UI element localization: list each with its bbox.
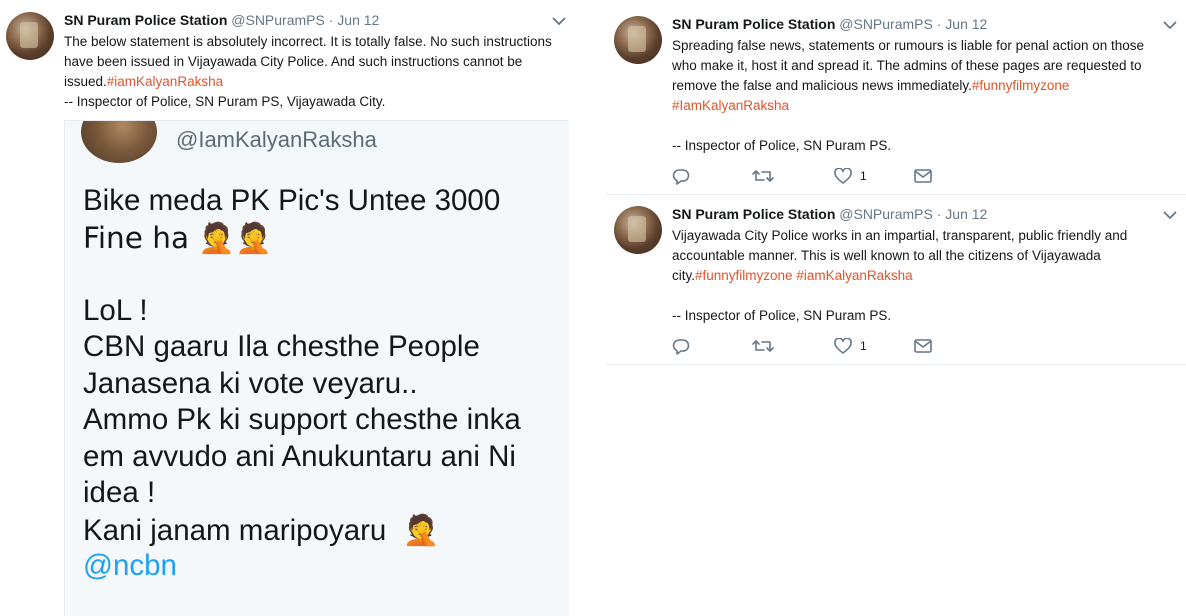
tweet-line: Spreading false news, statements or rumo… — [672, 38, 1145, 53]
quoted-line: CBN gaaru Ila chesthe People — [83, 330, 480, 363]
message-button[interactable] — [914, 166, 932, 186]
tweet-actions: 1 — [672, 166, 1172, 186]
quoted-avatar — [81, 121, 157, 163]
tweet-line: accountable manner. This is well known t… — [672, 248, 1101, 263]
hashtag-link[interactable]: #iamKalyanRaksha — [107, 74, 223, 89]
avatar[interactable] — [614, 16, 662, 64]
tweet-text: Vijayawada City Police works in an impar… — [672, 226, 1127, 326]
display-name[interactable]: SN Puram Police Station — [672, 206, 835, 222]
tweet-header: SN Puram Police Station @SNPuramPS · Jun… — [672, 16, 987, 32]
quoted-line: Kani janam maripoyaru — [83, 513, 387, 547]
avatar[interactable] — [614, 206, 662, 254]
envelope-icon — [914, 169, 932, 183]
quoted-image[interactable]: @IamKalyanRaksha Bike meda PK Pic's Unte… — [64, 120, 569, 616]
tweet-date[interactable]: Jun 12 — [945, 206, 987, 222]
tweet-signature: -- Inspector of Police, SN Puram PS. — [672, 308, 892, 323]
tweet-line: who make it, host it and spread it. The … — [672, 58, 1142, 73]
chevron-down-icon[interactable] — [1163, 211, 1181, 223]
like-button[interactable]: 1 — [834, 336, 867, 356]
tweet-divider — [606, 364, 1186, 365]
quoted-text: Bike meda PK Pic's Untee 3000 Fine ha 🤦🤦… — [83, 183, 521, 585]
display-name[interactable]: SN Puram Police Station — [672, 16, 835, 32]
quoted-line: Janasena ki vote veyaru.. — [83, 366, 418, 400]
retweet-button[interactable] — [752, 166, 774, 186]
user-handle[interactable]: @SNPuramPS — [839, 16, 933, 32]
user-handle[interactable]: @SNPuramPS — [231, 12, 325, 28]
tweet-header: SN Puram Police Station @SNPuramPS · Jun… — [672, 206, 987, 222]
tweet-text: Spreading false news, statements or rumo… — [672, 36, 1144, 156]
like-count: 1 — [860, 169, 867, 183]
message-button[interactable] — [914, 336, 932, 356]
hashtag-link[interactable]: #funnyfilmyzone — [695, 268, 793, 283]
tweet-header: SN Puram Police Station @SNPuramPS · Jun… — [64, 12, 379, 28]
quoted-line: LoL ! — [83, 293, 148, 327]
tweet-line: have been issued in Vijayawada City Poli… — [64, 54, 523, 69]
like-count: 1 — [860, 339, 867, 353]
tweet-actions: 1 — [672, 336, 1172, 356]
avatar[interactable] — [6, 12, 54, 60]
envelope-icon — [914, 339, 932, 353]
hashtag-link[interactable]: #IamKalyanRaksha — [672, 96, 1144, 116]
quoted-line: Fine ha 🤦🤦 — [83, 220, 272, 255]
retweet-icon — [752, 170, 774, 182]
hashtag-link[interactable]: #funnyfilmyzone — [972, 78, 1070, 93]
reply-button[interactable] — [672, 166, 690, 186]
heart-icon — [834, 168, 852, 184]
reply-icon — [672, 168, 690, 185]
tweet-signature: -- Inspector of Police, SN Puram PS, Vij… — [64, 94, 386, 109]
chevron-down-icon[interactable] — [552, 17, 570, 29]
chevron-down-icon[interactable] — [1163, 21, 1181, 33]
retweet-button[interactable] — [752, 336, 774, 356]
quoted-line: em avvudo ani Anukuntaru ani Ni — [83, 439, 516, 473]
quoted-mention: @ncbn — [83, 549, 177, 582]
separator-dot: · — [936, 16, 942, 32]
reply-button[interactable] — [672, 336, 690, 356]
display-name[interactable]: SN Puram Police Station — [64, 12, 227, 28]
tweet-line: The below statement is absolutely incorr… — [64, 34, 552, 49]
quoted-line: Ammo Pk ki support chesthe inka — [83, 403, 521, 436]
tweet-date[interactable]: Jun 12 — [337, 12, 379, 28]
tweet-signature: -- Inspector of Police, SN Puram PS. — [672, 138, 892, 153]
facepalm-emoji: 🤦 — [402, 512, 440, 547]
tweet-date[interactable]: Jun 12 — [945, 16, 987, 32]
reply-icon — [672, 338, 690, 355]
quoted-line: idea ! — [83, 476, 156, 509]
separator-dot: · — [936, 206, 942, 222]
tweet-line: Vijayawada City Police works in an impar… — [672, 228, 1128, 243]
tweet-divider — [606, 194, 1186, 195]
like-button[interactable]: 1 — [834, 166, 867, 186]
heart-icon — [834, 338, 852, 354]
tweet-text: The below statement is absolutely incorr… — [64, 32, 552, 112]
hashtag-link[interactable]: #iamKalyanRaksha — [796, 268, 912, 283]
user-handle[interactable]: @SNPuramPS — [839, 206, 933, 222]
tweet-line: city. — [672, 268, 695, 283]
separator-dot: · — [328, 12, 334, 28]
tweet-line: issued. — [64, 74, 107, 89]
quoted-handle: @IamKalyanRaksha — [176, 127, 377, 152]
retweet-icon — [752, 340, 774, 352]
quoted-line: Bike meda PK Pic's Untee 3000 — [83, 184, 501, 217]
tweet-line: remove the false and malicious news imme… — [672, 78, 972, 93]
